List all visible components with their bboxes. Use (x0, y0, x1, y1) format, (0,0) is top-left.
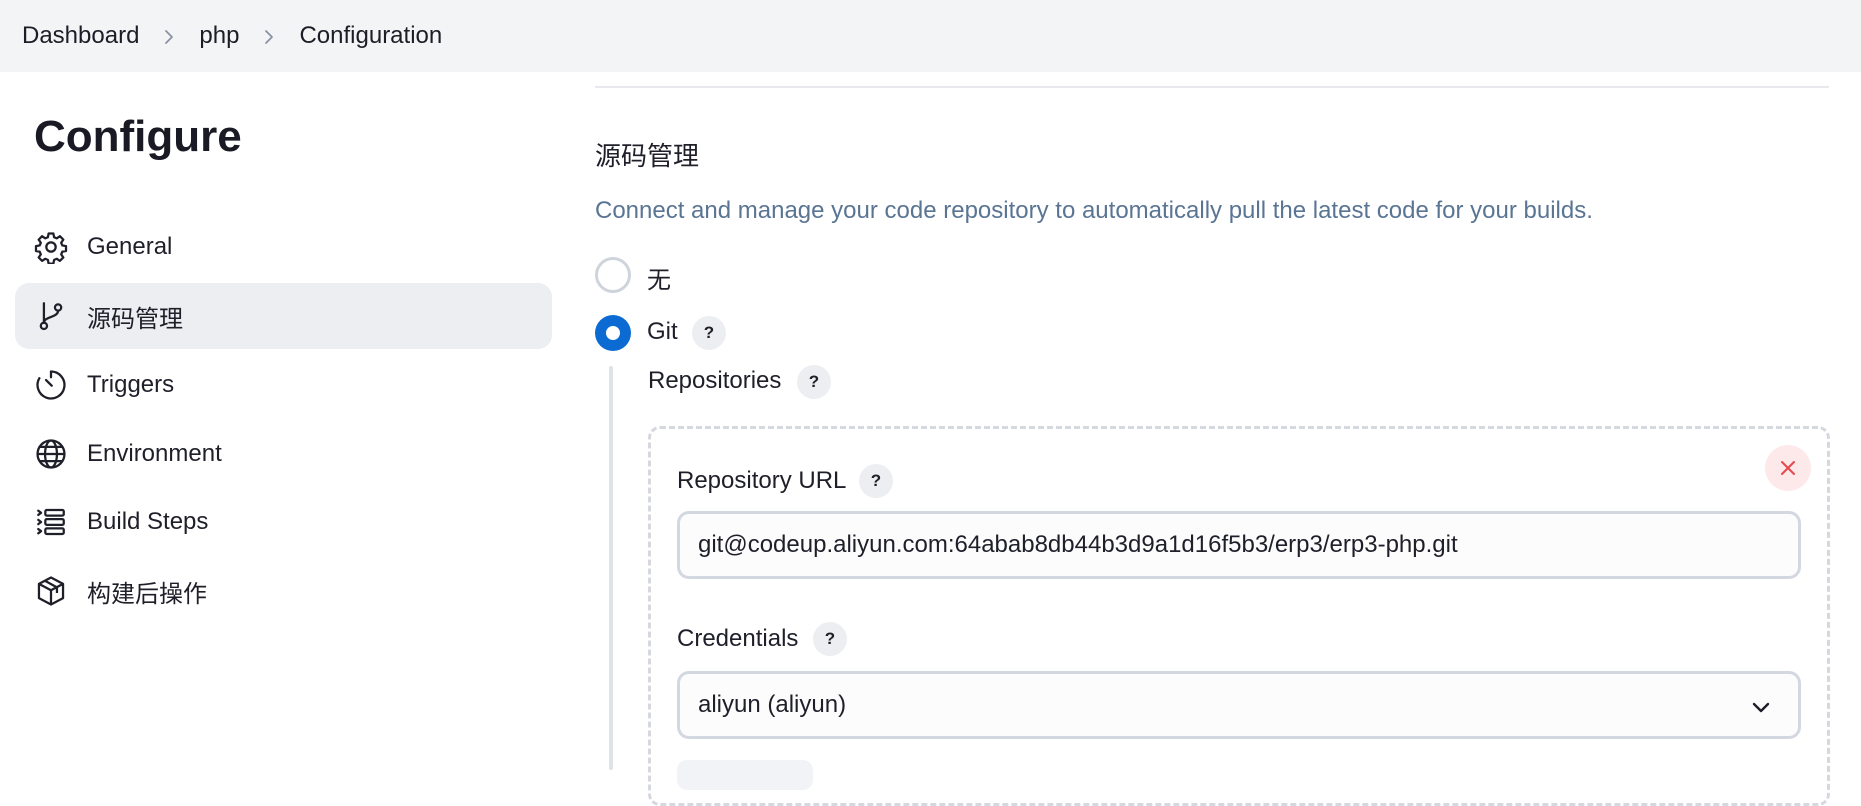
sidebar-item-label: Build Steps (87, 508, 209, 535)
repository-url-label: Repository URL (677, 467, 847, 494)
radio-none[interactable] (595, 257, 631, 293)
delete-repository-button[interactable] (1765, 445, 1811, 491)
sidebar-item-build-steps[interactable]: Build Steps (15, 489, 552, 555)
radio-git[interactable] (595, 315, 631, 351)
sidebar-item-general[interactable]: General (15, 214, 552, 280)
credentials-select[interactable]: aliyun (aliyun) (677, 671, 1801, 739)
sidebar-item-environment[interactable]: Environment (15, 421, 552, 487)
repositories-label: Repositories (648, 367, 782, 394)
sidebar-item-label: Environment (87, 440, 222, 467)
help-icon[interactable]: ? (813, 622, 847, 656)
timer-icon (33, 367, 69, 403)
sidebar-item-scm[interactable]: 源码管理 (15, 283, 552, 349)
radio-git-label: Git (647, 318, 678, 345)
help-icon[interactable]: ? (859, 464, 893, 498)
sidebar-item-label: 构建后操作 (87, 580, 207, 608)
add-credentials-button[interactable] (677, 760, 813, 790)
sidebar-item-post-build[interactable]: 构建后操作 (15, 558, 552, 624)
section-divider (595, 86, 1829, 88)
nested-indent-line (609, 366, 613, 770)
sidebar-item-label: Triggers (87, 371, 175, 398)
credentials-selected-value: aliyun (aliyun) (698, 691, 847, 718)
close-icon (1779, 459, 1797, 477)
sidebar-item-triggers[interactable]: Triggers (15, 352, 552, 418)
list-steps-icon (33, 504, 69, 540)
credentials-label: Credentials (677, 625, 799, 652)
git-branch-icon (33, 298, 69, 334)
repository-url-input[interactable] (677, 511, 1801, 579)
chevron-right-icon (139, 22, 199, 50)
globe-icon (33, 436, 69, 472)
breadcrumb-php[interactable]: php (199, 22, 239, 50)
help-icon[interactable]: ? (797, 365, 831, 399)
package-icon (33, 573, 69, 609)
radio-none-label: 无 (647, 267, 671, 294)
breadcrumb-configuration[interactable]: Configuration (299, 22, 442, 50)
help-icon[interactable]: ? (692, 316, 726, 350)
sidebar-item-label: 源码管理 (87, 305, 183, 333)
page-title: Configure (34, 112, 242, 161)
section-title: 源码管理 (595, 141, 700, 171)
chevron-down-icon (1752, 702, 1770, 713)
section-description: Connect and manage your code repository … (595, 197, 1593, 224)
chevron-right-icon (239, 22, 299, 50)
gear-icon (33, 229, 69, 265)
sidebar-item-label: General (87, 233, 173, 260)
breadcrumb-dashboard[interactable]: Dashboard (22, 22, 139, 50)
breadcrumb: Dashboard php Configuration (0, 0, 1861, 72)
